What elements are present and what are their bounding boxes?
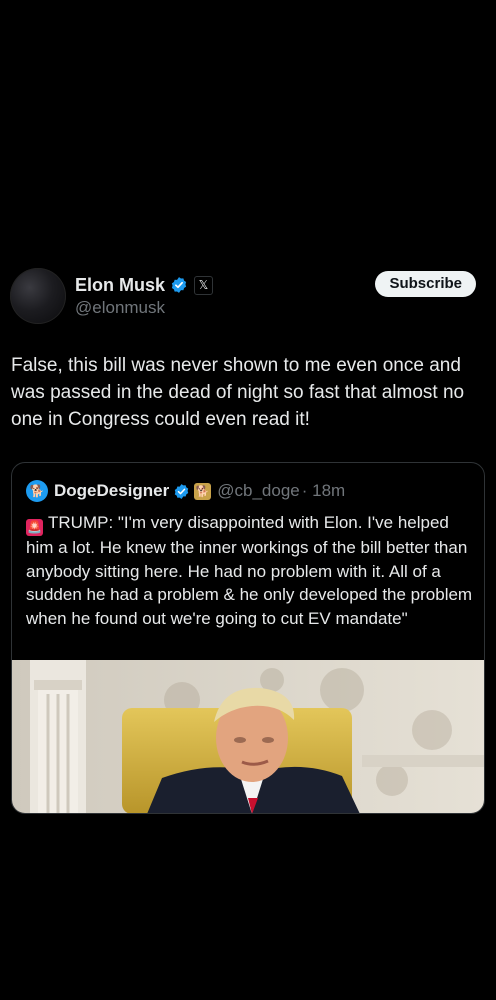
affiliate-dog-icon: 🐕 <box>194 482 212 500</box>
quote-media-image[interactable] <box>12 660 484 813</box>
media-illustration <box>12 660 484 813</box>
subscribe-button[interactable]: Subscribe <box>375 271 476 297</box>
author-avatar[interactable] <box>10 268 66 324</box>
quote-text: TRUMP: "I'm very disappointed with Elon.… <box>26 513 473 628</box>
quote-text-block: 🚨 TRUMP: "I'm very disappointed with Elon… <box>26 511 476 630</box>
quoted-post[interactable]: 🐕 DogeDesigner 🐕 @cb_doge · 18m 🚨 TRUMP: … <box>11 462 485 814</box>
quote-timestamp: · 18m <box>301 481 346 500</box>
verified-badge-icon <box>175 483 189 499</box>
quote-author-handle[interactable]: @cb_doge <box>217 481 300 501</box>
siren-emoji-icon: 🚨 <box>26 519 43 536</box>
author-handle[interactable]: @elonmusk <box>75 298 165 318</box>
author-name-row: Elon Musk 𝕏 <box>75 274 214 296</box>
quote-header: 🐕 DogeDesigner 🐕 @cb_doge · 18m <box>26 480 345 502</box>
author-display-name[interactable]: Elon Musk <box>75 275 165 296</box>
post-text: False, this bill was never shown to me e… <box>11 355 465 430</box>
quote-author-name[interactable]: DogeDesigner <box>54 481 169 501</box>
x-affiliate-icon: 𝕏 <box>194 275 214 295</box>
verified-badge-icon <box>171 277 187 293</box>
quote-author-avatar[interactable]: 🐕 <box>26 480 48 502</box>
